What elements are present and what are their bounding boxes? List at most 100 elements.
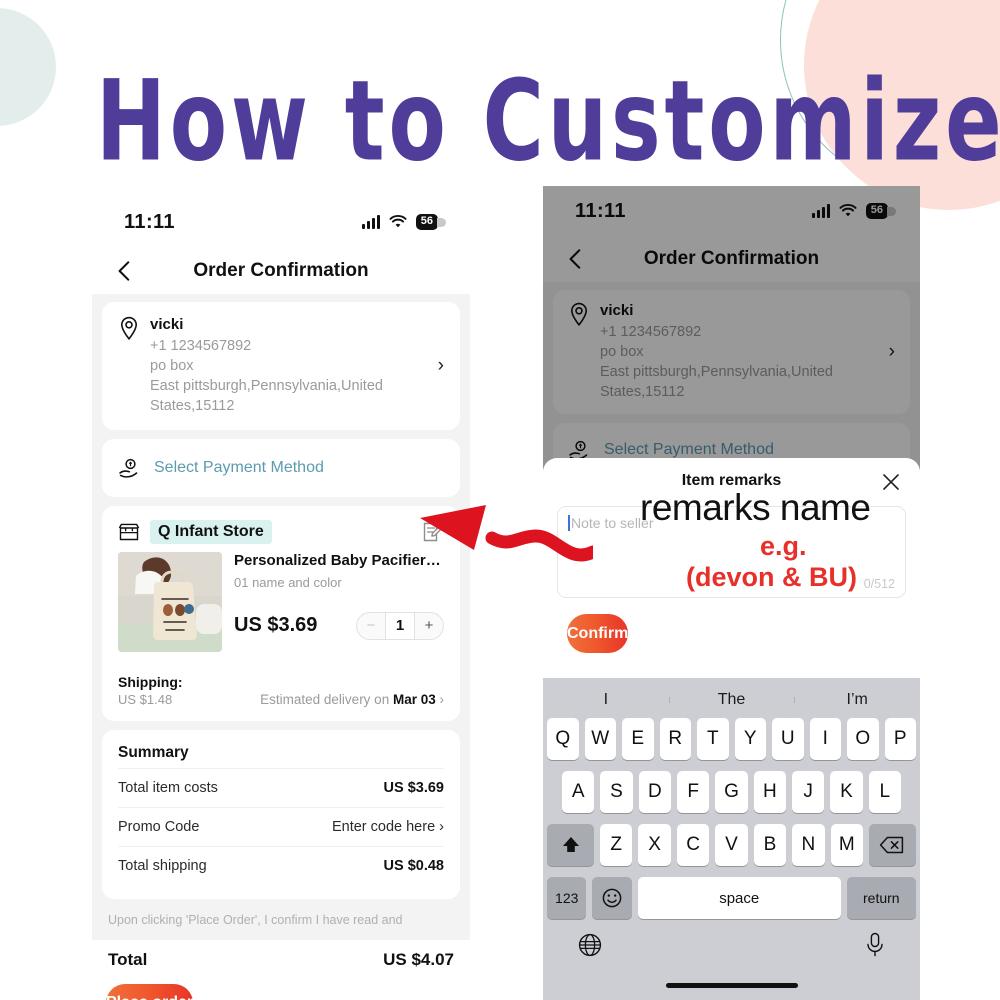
address-phone: +1 1234567892 [150, 338, 252, 354]
chevron-right-icon[interactable]: › [889, 341, 895, 363]
promo-code-link[interactable]: Enter code here › [332, 819, 444, 835]
key-e[interactable]: E [622, 718, 654, 760]
battery-icon: 56 [415, 214, 447, 230]
key-w[interactable]: W [584, 718, 616, 760]
store-row[interactable]: Q Infant Store [118, 520, 444, 544]
key-v[interactable]: V [715, 824, 748, 866]
keyboard-row-3: Z X C V B N M [543, 824, 920, 866]
key-q[interactable]: Q [547, 718, 579, 760]
store-name: Q Infant Store [150, 520, 272, 544]
key-h[interactable]: H [753, 771, 786, 813]
key-o[interactable]: O [847, 718, 879, 760]
key-f[interactable]: F [677, 771, 710, 813]
microphone-icon[interactable] [864, 931, 886, 959]
quantity-stepper[interactable]: − 1 + [356, 611, 444, 640]
key-t[interactable]: T [697, 718, 729, 760]
poster-canvas: How to Customize 11:11 56 Order Confirma… [0, 0, 1000, 1000]
emoji-smiley-icon[interactable] [592, 877, 632, 919]
wifi-icon [839, 204, 857, 217]
text-caret [568, 515, 570, 531]
nav-bar: Order Confirmation [543, 236, 920, 282]
confirm-button[interactable]: Confirm [567, 614, 629, 653]
home-indicator [665, 983, 798, 988]
key-n[interactable]: N [792, 824, 825, 866]
select-payment-method-card[interactable]: Select Payment Method [102, 439, 460, 497]
nav-bar: Order Confirmation [92, 248, 470, 294]
address-line2: East pittsburgh,Pennsylvania,United [600, 364, 833, 380]
key-b[interactable]: B [753, 824, 787, 866]
key-a[interactable]: A [562, 771, 595, 813]
keyboard-bottom-bar [543, 927, 920, 959]
dimmed-background-screen: 11:11 56 Order Confirmation vicki +1 123… [543, 186, 920, 496]
shift-up-icon[interactable] [547, 824, 595, 866]
page-title: How to Customize [96, 56, 1000, 187]
key-l[interactable]: L [868, 771, 901, 813]
shipping-eta-prefix: Estimated delivery on [260, 692, 393, 707]
summary-row-label: Total shipping [118, 858, 207, 874]
wifi-icon [389, 215, 407, 228]
back-arrow-icon[interactable] [112, 258, 138, 284]
page-header-title: Order Confirmation [193, 260, 369, 281]
key-p[interactable]: P [884, 718, 916, 760]
place-order-button[interactable]: Place order [106, 984, 194, 1000]
chevron-right-icon[interactable]: › [438, 355, 444, 377]
close-icon[interactable] [880, 471, 902, 493]
summary-row: Total shipping US $0.48 [118, 846, 444, 885]
keyboard-suggestion-bar: I The I’m [543, 682, 920, 718]
numbers-key[interactable]: 123 [547, 877, 587, 919]
location-pin-icon [120, 316, 138, 341]
globe-icon[interactable] [577, 932, 603, 958]
status-icons: 56 [361, 214, 447, 230]
product-row[interactable]: Personalized Baby Pacifier Clip Custo… 0… [118, 552, 444, 652]
remarks-textarea[interactable]: Note to seller 0/512 [557, 506, 906, 598]
select-payment-method-label: Select Payment Method [154, 459, 324, 476]
key-r[interactable]: R [659, 718, 691, 760]
key-y[interactable]: Y [734, 718, 766, 760]
modal-header: Item remarks [557, 472, 906, 498]
shipping-eta-date: Mar 03 [392, 692, 436, 707]
backspace-icon[interactable] [868, 824, 916, 866]
key-g[interactable]: G [715, 771, 748, 813]
key-s[interactable]: S [600, 771, 633, 813]
key-i[interactable]: I [809, 718, 841, 760]
key-k[interactable]: K [830, 771, 863, 813]
space-key[interactable]: space [637, 877, 841, 919]
address-phone: +1 1234567892 [600, 324, 702, 340]
key-x[interactable]: X [638, 824, 671, 866]
summary-title: Summary [118, 744, 189, 761]
quantity-decrease-button[interactable]: − [357, 613, 385, 639]
back-arrow-icon[interactable] [563, 246, 589, 272]
quantity-increase-button[interactable]: + [415, 613, 443, 639]
return-key[interactable]: return [846, 877, 917, 919]
key-c[interactable]: C [676, 824, 710, 866]
character-counter: 0/512 [863, 577, 895, 591]
address-line3: States,15112 [600, 384, 685, 400]
page-header-title: Order Confirmation [643, 248, 820, 269]
keyboard-row-1: Q W E R T Y U I O P [543, 718, 920, 760]
address-line1: po box [600, 344, 644, 360]
summary-row[interactable]: Promo Code Enter code here › [118, 807, 444, 846]
key-j[interactable]: J [791, 771, 825, 813]
edit-remarks-icon[interactable] [422, 521, 444, 543]
key-u[interactable]: U [772, 718, 804, 760]
summary-card: Summary Total item costs US $3.69 Promo … [102, 730, 460, 899]
summary-row-label: Promo Code [118, 819, 200, 835]
total-value: US $4.07 [383, 950, 454, 970]
suggestion-item[interactable]: I’m [794, 691, 920, 709]
suggestion-item[interactable]: I [543, 691, 669, 709]
suggestion-item[interactable]: The [668, 691, 795, 709]
shipping-chevron-icon[interactable]: › [440, 692, 445, 707]
shipping-address-card[interactable]: vicki +1 1234567892 po box East pittsbur… [102, 302, 460, 430]
product-price: US $3.69 [234, 614, 318, 637]
address-line3: States,15112 [150, 398, 235, 414]
key-m[interactable]: M [830, 824, 863, 866]
product-thumbnail[interactable] [118, 552, 222, 652]
status-time: 11:11 [124, 210, 175, 233]
total-bar: Total US $4.07 [92, 940, 470, 977]
status-bar: 11:11 56 [543, 186, 920, 236]
key-z[interactable]: Z [600, 824, 633, 866]
shipping-address-card[interactable]: vicki +1 1234567892 po box East pittsbur… [553, 290, 910, 414]
select-payment-method-label: Select Payment Method [604, 441, 774, 458]
key-d[interactable]: D [638, 771, 671, 813]
shipping-row[interactable]: Shipping: US $1.48 Estimated delivery on… [118, 664, 444, 707]
